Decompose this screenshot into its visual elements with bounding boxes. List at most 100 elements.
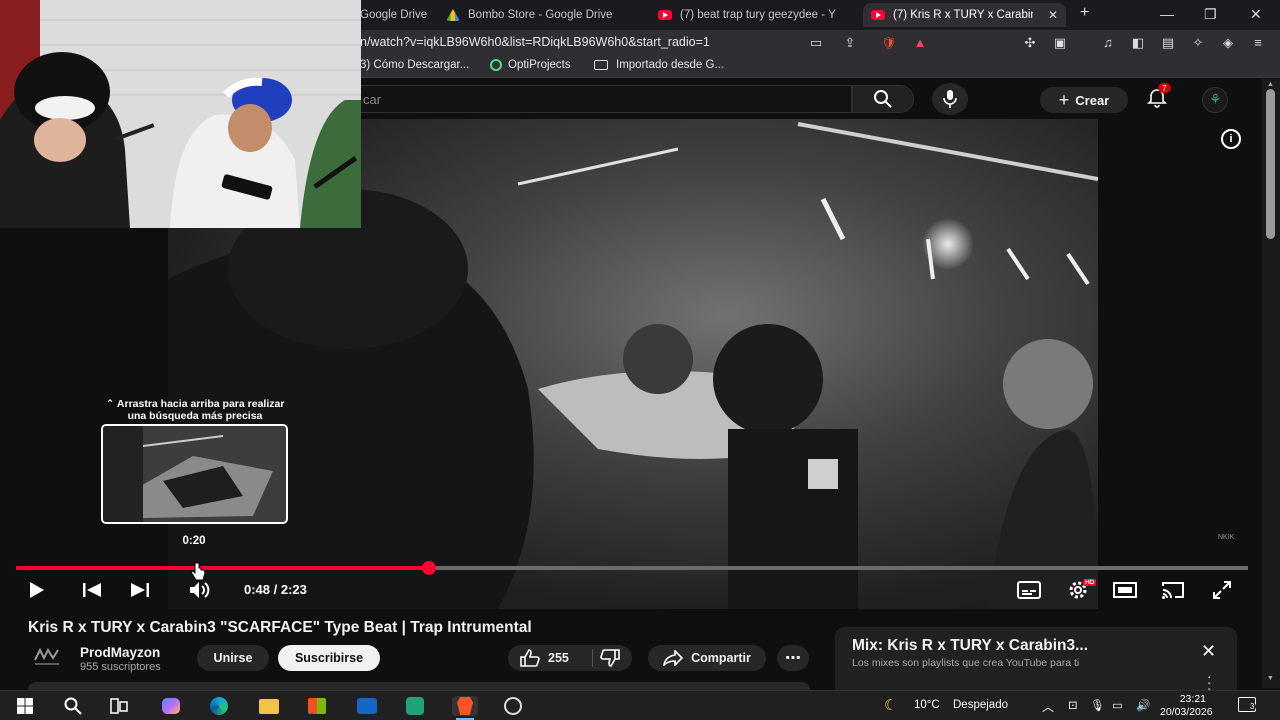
brave-app[interactable] [452,696,478,716]
more-vertical-icon[interactable]: · · · [1207,669,1212,695]
tab-label: (7) Kris R x TURY x Carabin [893,9,1033,21]
volume-icon[interactable]: 🔊 [1136,698,1150,712]
progress-scrubber-handle[interactable] [421,561,436,575]
tab-bombo-store[interactable]: Bombo Store - Google Drive [438,3,643,27]
search-input[interactable]: car [300,85,852,113]
google-drive-icon [446,9,460,21]
account-avatar[interactable]: ⚘ [1202,87,1228,113]
microphone-icon[interactable]: 🎙 [1090,698,1105,712]
play-icon [30,582,44,598]
copilot-icon [162,698,180,714]
notification-center-icon[interactable]: 3 [1238,697,1257,712]
share-button[interactable]: Compartir [648,645,766,671]
scroll-up-arrow-icon[interactable]: ▲ [1267,81,1274,88]
scrollbar-thumb[interactable] [1266,89,1275,239]
extensions-icon[interactable]: ✣ [1022,35,1038,51]
copilot-app[interactable] [160,696,182,716]
channel-avatar[interactable] [32,646,62,668]
clock-time[interactable]: 23:21 [1176,693,1206,705]
subscribe-button[interactable]: Suscribirse [278,645,380,671]
tab-kris-r-active[interactable]: (7) Kris R x TURY x Carabin ✕ [863,3,1066,27]
video-title: Kris R x TURY x Carabin3 "SCARFACE" Type… [28,619,532,636]
voice-search-button[interactable] [932,83,968,115]
menu-icon[interactable]: ≡ [1250,35,1266,51]
info-icon[interactable]: i [1221,129,1241,149]
url-field[interactable]: n/watch?v=iqkLB96W6h0&list=RDiqkLB96W6h0… [360,35,710,49]
like-button[interactable]: 255 [520,649,569,667]
webcam-overlay [0,0,361,228]
subtitles-icon [1017,581,1041,599]
media-control-icon[interactable]: ♫ [1100,35,1116,51]
close-icon[interactable]: ✕ [1201,641,1216,662]
show-hidden-icons-chevron-icon[interactable]: ︿ [1042,698,1054,715]
leo-ai-icon[interactable]: ✧ [1190,35,1206,51]
settings-button[interactable]: HD [1065,579,1097,601]
clock-date[interactable]: 20/03/2026 [1160,706,1213,718]
chevron-up-icon: ⌃ [105,398,115,410]
microsoft-store-app[interactable] [306,696,328,716]
notifications-button[interactable]: 7 [1146,83,1171,111]
moon-icon: ☾ [884,697,898,714]
optiprojects-icon [406,697,424,715]
install-app-icon[interactable]: ▭ [808,35,824,51]
task-view-icon [110,698,128,714]
previous-button[interactable] [80,579,104,601]
new-tab-button[interactable]: + [1080,4,1089,22]
optiprojects-icon [490,59,502,71]
network-icon[interactable]: ▭ [1112,698,1123,712]
screenshot-icon[interactable]: ▣ [1052,35,1068,51]
channel-name[interactable]: ProdMayzon [80,645,160,660]
mix-playlist-panel[interactable]: Mix: Kris R x TURY x Carabin3... Los mix… [835,627,1237,697]
obs-icon [504,697,522,715]
close-window-icon[interactable]: ✕ [1250,6,1262,23]
theater-mode-button[interactable] [1112,579,1138,601]
brave-shields-icon[interactable]: 🛡 [877,35,901,51]
tab-label: (7) beat trap tury geezydee - Y [680,9,836,21]
skip-previous-icon [83,583,101,597]
bookmark-importado[interactable]: Importado desde G... [594,59,724,71]
page-scrollbar[interactable]: ▲ ▼ [1262,79,1280,688]
next-button[interactable] [128,579,152,601]
search-placeholder: car [363,92,382,107]
minimize-icon[interactable]: — [1160,6,1174,22]
tab-beat-trap[interactable]: (7) beat trap tury geezydee - Y [650,3,855,27]
optiprojects-app[interactable] [404,696,426,716]
file-explorer-app[interactable] [258,696,280,716]
description-box[interactable] [28,682,810,690]
edge-app[interactable] [208,696,230,716]
time-display: 0:48 / 2:23 [244,582,307,597]
dislike-button[interactable] [600,649,620,670]
volume-button[interactable] [188,579,212,601]
start-button[interactable] [14,696,36,716]
bookmark-optiprojects[interactable]: OptiProjects [490,59,571,71]
cast-button[interactable] [1160,579,1186,601]
video-watermark-label: NKIK [1218,534,1235,541]
wallet-icon[interactable]: ▤ [1160,35,1176,51]
tray-app-icon[interactable]: ⊡ [1068,698,1078,712]
share-page-icon[interactable]: ⇪ [842,35,858,51]
windows-logo-icon [17,698,33,714]
more-actions-button[interactable]: ⋯ [777,645,809,671]
outlook-app[interactable] [356,696,378,716]
search-button[interactable] [852,85,914,113]
vpn-icon[interactable]: ◈ [1220,35,1236,51]
weather-desc[interactable]: Despejado [953,699,1008,711]
subtitles-button[interactable] [1016,579,1042,601]
obs-app[interactable] [502,696,524,716]
bookmark-como-descargar[interactable]: 3) Cómo Descargar... [360,59,469,71]
weather-temp[interactable]: 10°C [914,699,940,711]
search-taskbar-button[interactable] [62,696,84,716]
hd-badge: HD [1083,579,1097,586]
edge-icon [210,697,228,715]
sidebar-icon[interactable]: ◧ [1130,35,1146,51]
join-button[interactable]: Unirse [197,645,269,671]
close-tab-icon[interactable]: ✕ [1048,8,1058,22]
create-button[interactable]: + Crear [1040,87,1128,113]
brave-rewards-icon[interactable]: ▲ [912,35,928,51]
play-button[interactable] [24,579,48,601]
scroll-down-arrow-icon[interactable]: ▼ [1267,675,1274,682]
restore-icon[interactable]: ❐ [1204,6,1217,23]
divider [592,649,593,667]
fullscreen-button[interactable] [1209,579,1235,601]
task-view-button[interactable] [108,696,130,716]
